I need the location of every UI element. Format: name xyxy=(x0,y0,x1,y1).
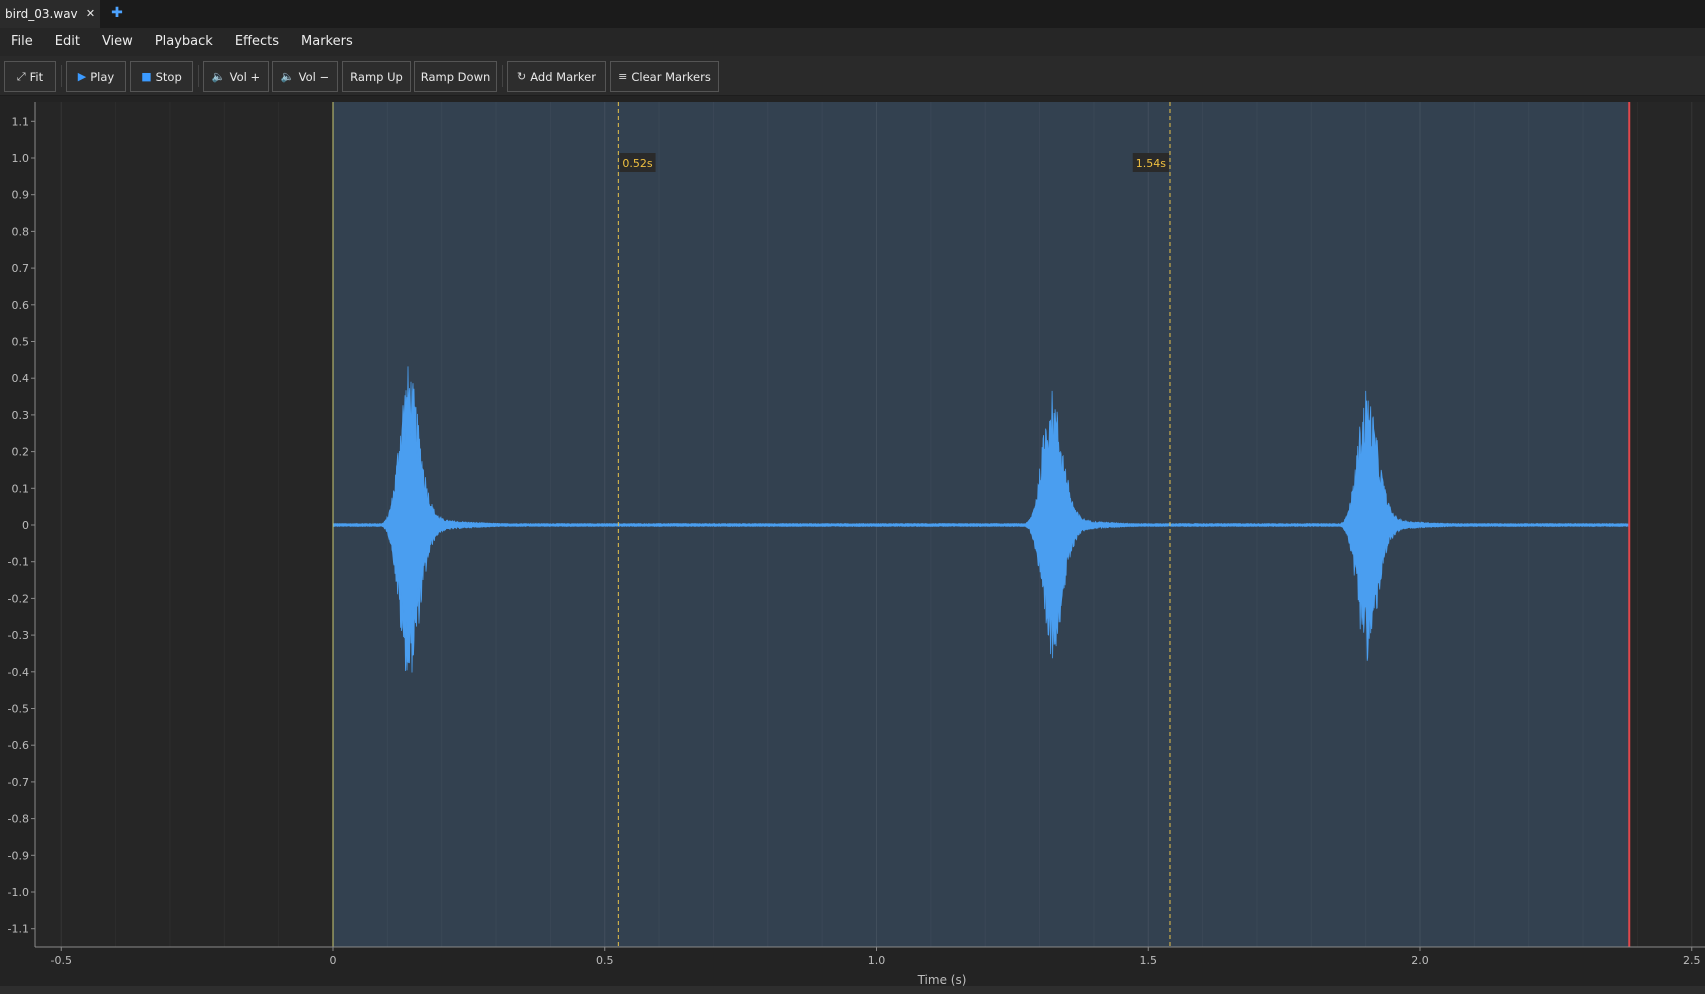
toolbar-separator xyxy=(502,65,503,87)
waveform-view[interactable]: 0.52s 1.54s 1.1 1.0 0.9 0.8 0.7 0.6 0.5 0.4 0.3 0.… xyxy=(0,96,1705,994)
play-icon: ▶ xyxy=(77,70,87,83)
file-tab[interactable]: bird_03.wav ✕ xyxy=(0,0,100,28)
marker-label: 1.54s xyxy=(1136,157,1166,170)
tab-bar: bird_03.wav ✕ ✚ xyxy=(0,0,1705,28)
y-tick-label: 0.2 xyxy=(12,446,30,459)
marker-icon: ↻ xyxy=(517,70,527,83)
y-tick-label: -0.1 xyxy=(8,556,29,569)
menu-edit[interactable]: Edit xyxy=(44,28,91,56)
clear-markers-label: Clear Markers xyxy=(631,69,711,84)
y-tick-label: 0.1 xyxy=(12,482,30,495)
toolbar-separator xyxy=(61,65,62,87)
y-tick-label: -0.7 xyxy=(8,776,29,789)
menu-file[interactable]: File xyxy=(0,28,44,56)
y-tick-label: -0.2 xyxy=(8,592,29,605)
x-tick-label: -0.5 xyxy=(51,954,72,967)
speaker-icon: 🔈 xyxy=(280,70,295,83)
volume-up-button[interactable]: 🔈 Vol + xyxy=(203,61,269,92)
speaker-icon: 🔈 xyxy=(211,70,226,83)
add-marker-label: Add Marker xyxy=(530,69,596,84)
menu-playback[interactable]: Playback xyxy=(144,28,224,56)
file-tab-title: bird_03.wav xyxy=(5,7,78,21)
expand-icon: ⤢ xyxy=(16,69,26,83)
y-tick-label: 1.1 xyxy=(12,115,30,128)
toolbar: ⤢ Fit ▶ Play ■ Stop 🔈 Vol + 🔈 Vol − Ramp… xyxy=(0,56,1705,96)
x-tick-label: 0.5 xyxy=(596,954,614,967)
y-tick-label: -0.9 xyxy=(8,849,29,862)
volume-down-button[interactable]: 🔈 Vol − xyxy=(272,61,338,92)
menu-view[interactable]: View xyxy=(91,28,144,56)
ramp-down-button[interactable]: Ramp Down xyxy=(414,61,497,92)
y-tick-label: 0 xyxy=(22,519,29,532)
play-button[interactable]: ▶ Play xyxy=(66,61,126,92)
volume-down-label: Vol − xyxy=(298,69,330,84)
add-tab-icon[interactable]: ✚ xyxy=(110,6,124,20)
y-tick-label: -0.8 xyxy=(8,813,29,826)
x-axis-label: Time (s) xyxy=(917,973,967,987)
y-tick-label: -1.0 xyxy=(8,886,29,899)
ramp-down-label: Ramp Down xyxy=(420,69,491,84)
menu-markers[interactable]: Markers xyxy=(290,28,364,56)
y-tick-label: 0.9 xyxy=(12,189,30,202)
clear-markers-button[interactable]: ≡ Clear Markers xyxy=(610,61,719,92)
y-tick-label: 0.7 xyxy=(12,262,30,275)
x-tick-label: 1.5 xyxy=(1140,954,1158,967)
y-tick-label: 0.6 xyxy=(12,299,30,312)
y-tick-label: 0.3 xyxy=(12,409,30,422)
menu-effects[interactable]: Effects xyxy=(224,28,290,56)
marker-label: 0.52s xyxy=(622,157,652,170)
fit-button[interactable]: ⤢ Fit xyxy=(4,61,56,92)
add-marker-button[interactable]: ↻ Add Marker xyxy=(507,61,606,92)
close-icon[interactable]: ✕ xyxy=(84,7,97,20)
x-tick-label: 2.5 xyxy=(1683,954,1701,967)
y-tick-label: 0.5 xyxy=(12,336,30,349)
x-tick-label: 0 xyxy=(330,954,337,967)
ramp-up-label: Ramp Up xyxy=(350,69,403,84)
y-tick-label: -0.6 xyxy=(8,739,29,752)
fit-label: Fit xyxy=(29,69,44,84)
y-tick-label: -0.3 xyxy=(8,629,29,642)
clear-icon: ≡ xyxy=(618,70,628,83)
x-tick-label: 1.0 xyxy=(868,954,886,967)
ramp-up-button[interactable]: Ramp Up xyxy=(342,61,411,92)
play-label: Play xyxy=(90,69,115,84)
y-tick-label: 1.0 xyxy=(12,152,30,165)
toolbar-separator xyxy=(198,65,199,87)
menu-bar: File Edit View Playback Effects Markers xyxy=(0,28,1705,56)
y-tick-label: 0.8 xyxy=(12,225,30,238)
y-tick-label: 0.4 xyxy=(12,372,30,385)
y-tick-label: -0.5 xyxy=(8,703,29,716)
y-tick-label: -1.1 xyxy=(8,923,29,936)
stop-label: Stop xyxy=(155,69,182,84)
status-strip xyxy=(0,986,1705,994)
stop-icon: ■ xyxy=(141,70,152,83)
y-tick-label: -0.4 xyxy=(8,666,29,679)
volume-up-label: Vol + xyxy=(229,69,261,84)
stop-button[interactable]: ■ Stop xyxy=(130,61,193,92)
waveform-chart[interactable]: 0.52s 1.54s 1.1 1.0 0.9 0.8 0.7 0.6 0.5 0.4 0.3 0.… xyxy=(0,96,1705,994)
x-tick-label: 2.0 xyxy=(1411,954,1429,967)
